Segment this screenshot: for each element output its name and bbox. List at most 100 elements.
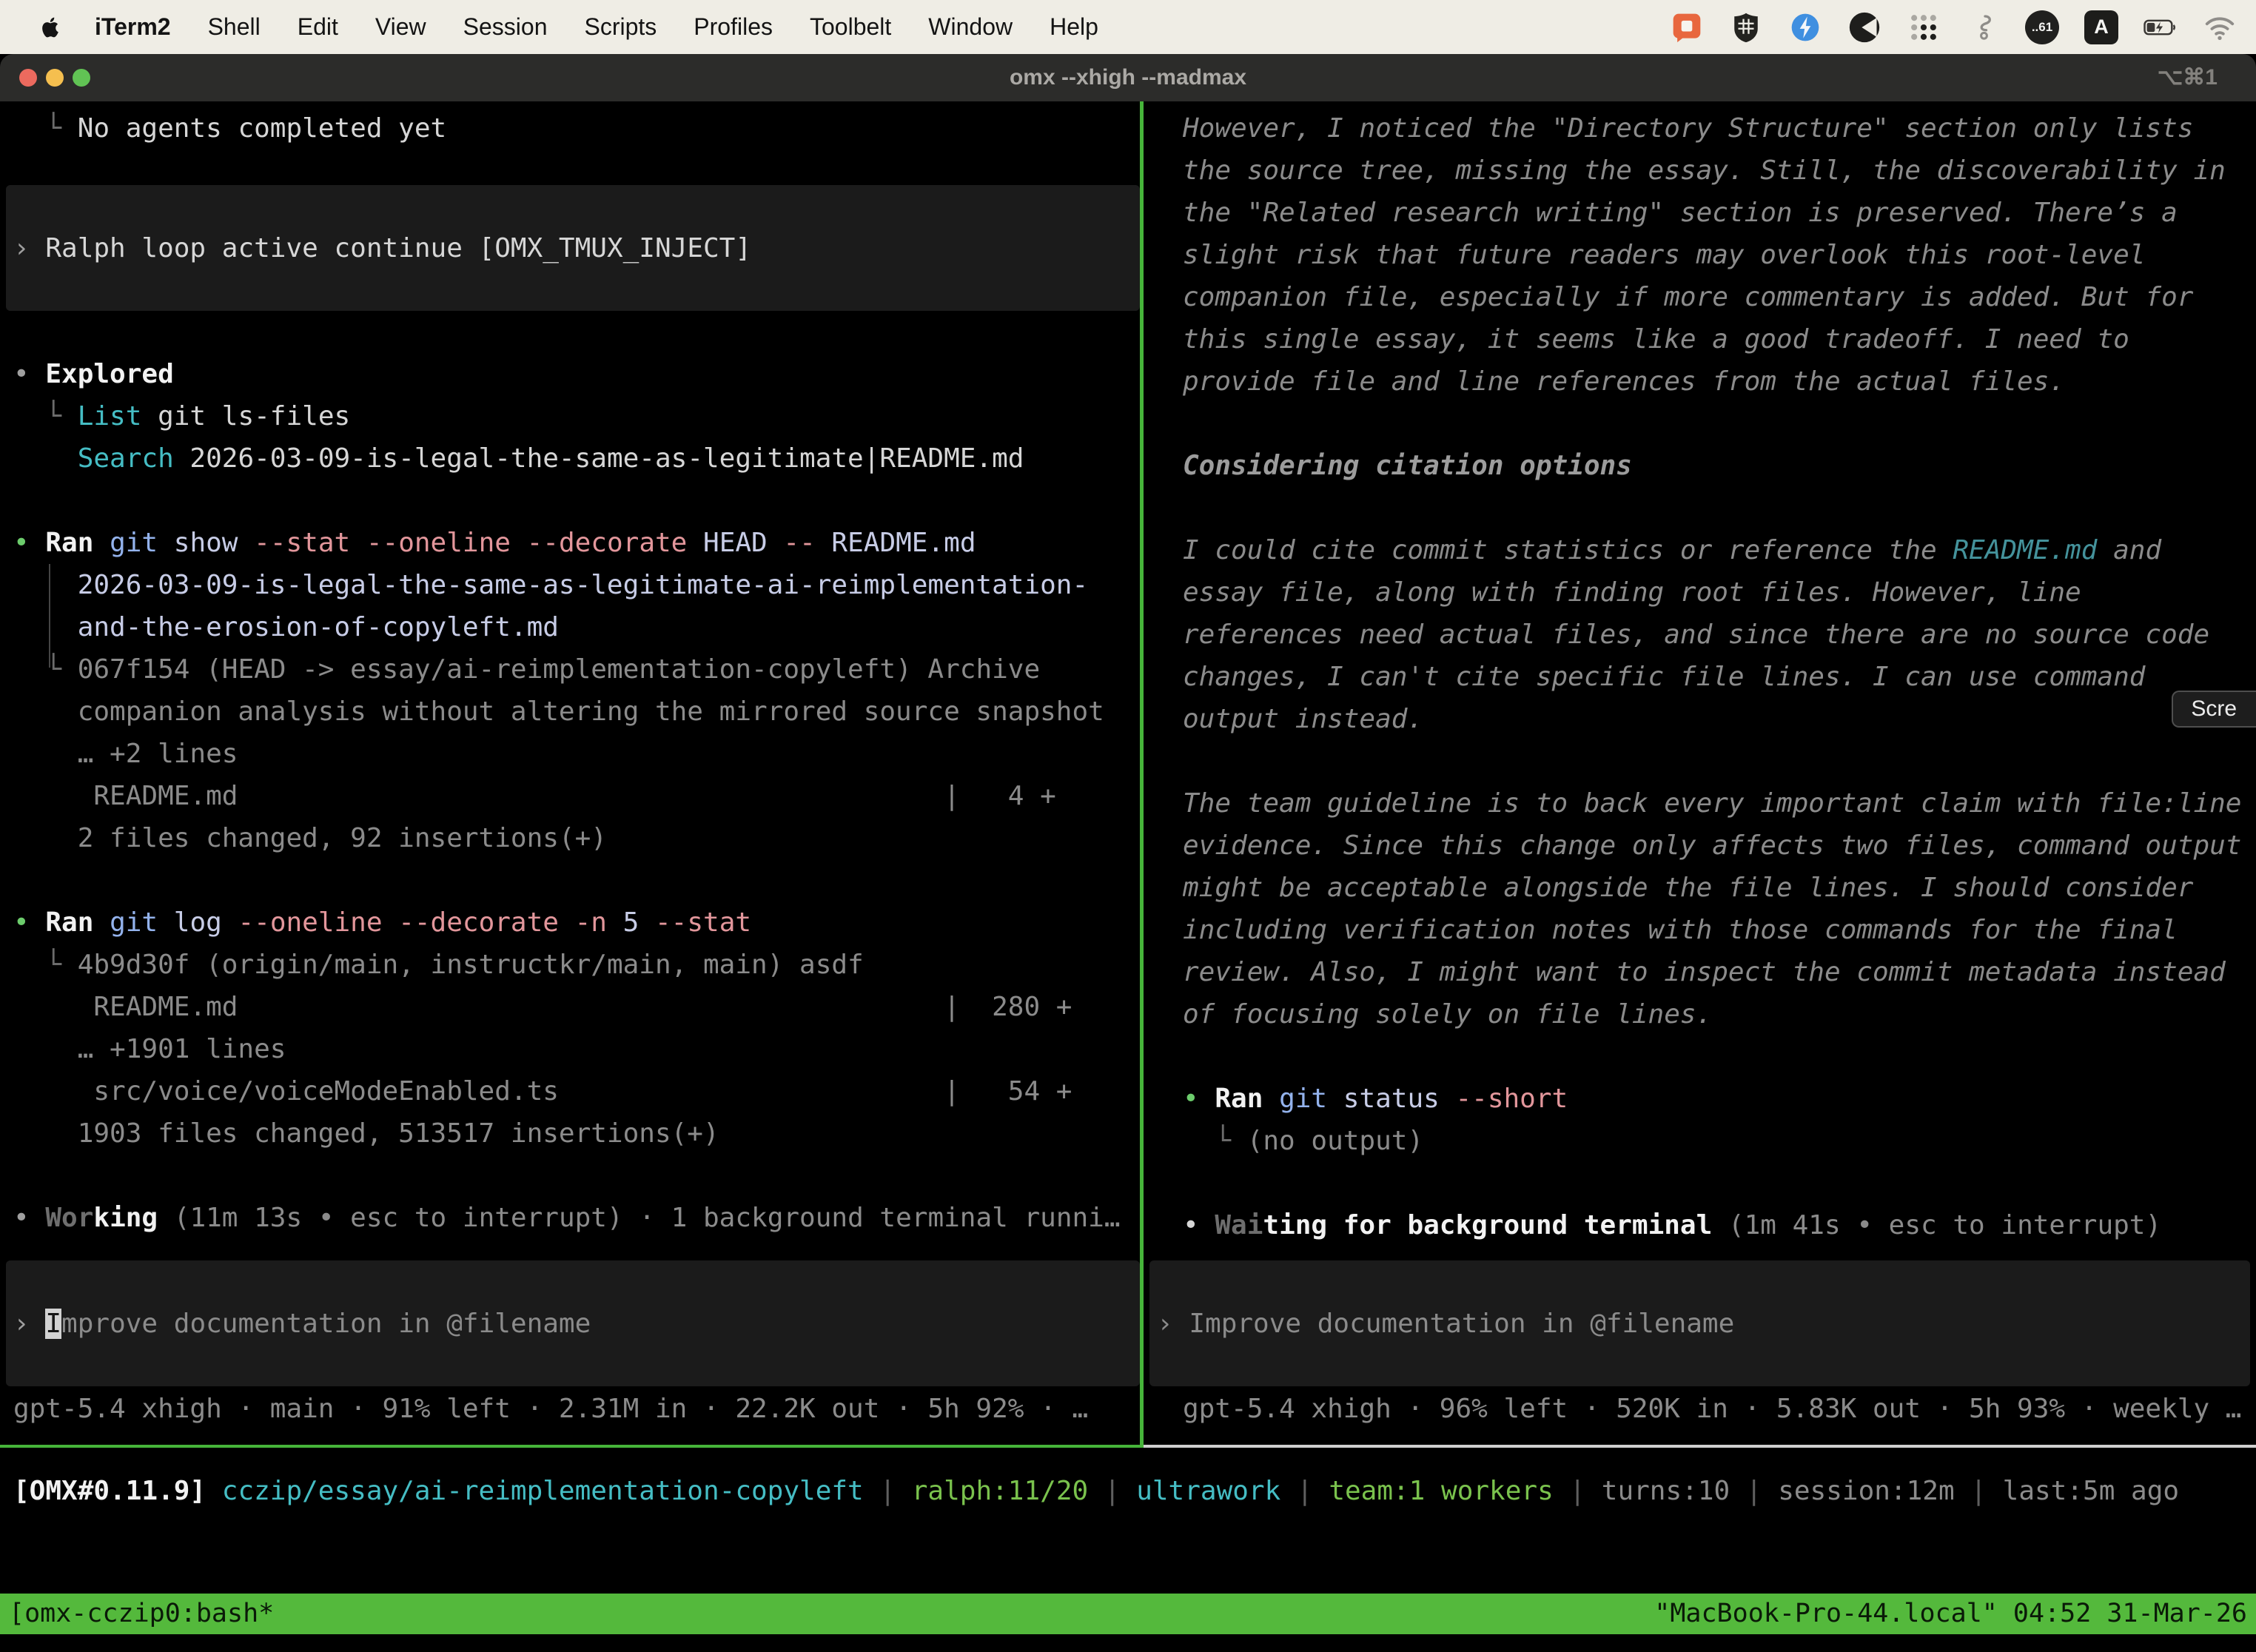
screen-sharing-overlay[interactable]: Scre [2172,691,2256,728]
terminal-line [13,859,1140,901]
prompt-input-left-text: › Improve documentation in @filename [13,1303,591,1345]
terminal-line: companion file, especially if more comme… [1183,276,2256,318]
menu-item-window[interactable]: Window [928,13,1013,41]
bottom-strip [0,1634,2256,1652]
terminal-line: • Explored [13,353,1140,395]
terminal-line [1183,487,2256,529]
terminal-line [1183,1162,2256,1204]
terminal-line: essay file, along with finding root file… [1183,571,2256,614]
terminal-line: companion analysis without altering the … [13,691,1140,733]
omx-status-footer: [OMX#0.11.9] cczip/essay/ai-reimplementa… [0,1448,2256,1594]
tmux-window-label[interactable]: [omx-cczip0:bash* [9,1594,274,1634]
terminal-line: └ 067f154 (HEAD -> essay/ai-reimplementa… [13,648,1140,691]
terminal-line [13,311,1140,353]
terminal-line: • Ran git show --stat --oneline --decora… [13,522,1140,564]
terminal-line: … +2 lines [13,733,1140,775]
terminal-line: The team guideline is to back every impo… [1183,782,2256,825]
prompt-input-left[interactable]: › Improve documentation in @filename [6,1260,1140,1386]
ralph-loop-line: › Ralph loop active continue [OMX_TMUX_I… [13,227,751,269]
terminal-line [1183,740,2256,782]
right-command-lines: • Ran git status --short └ (no output) • … [1144,1078,2256,1246]
menu-items: iTerm2 Shell Edit View Session Scripts P… [95,13,1098,41]
terminal-line: • Waiting for background terminal (1m 41… [1183,1204,2256,1246]
tree-guide-line [49,564,50,668]
counter-badge-icon[interactable]: ..61 [2025,10,2059,44]
verified-badge-icon[interactable] [1788,10,1822,44]
terminal-line: • Ran git status --short [1183,1078,2256,1120]
wifi-icon[interactable] [2203,10,2237,44]
terminal-line: slight risk that future readers may over… [1183,234,2256,276]
menu-item-profiles[interactable]: Profiles [694,13,773,41]
dots-grid-icon[interactable] [1907,10,1941,44]
terminal-line [1183,403,2256,445]
menu-item-edit[interactable]: Edit [298,13,338,41]
terminal-line: I could cite commit statistics or refere… [1183,529,2256,571]
left-output-lines: • Explored └ List git ls-files Search 20… [0,311,1140,1239]
tmux-host-clock: "MacBook-Pro-44.local" 04:52 31-Mar-26 [1654,1594,2247,1634]
battery-icon[interactable] [2143,10,2178,44]
left-session-status: gpt-5.4 xhigh · main · 91% left · 2.31M … [0,1388,1140,1430]
terminal-line: changes, I can't cite specific file line… [1183,656,2256,698]
menu-item-help[interactable]: Help [1050,13,1098,41]
terminal-line: including verification notes with those … [1183,909,2256,951]
terminal-line: └ No agents completed yet [13,107,1140,150]
tmux-status-bar: [omx-cczip0:bash* "MacBook-Pro-44.local"… [0,1594,2256,1634]
minimize-window-button[interactable] [46,69,64,87]
omx-status-line: [OMX#0.11.9] cczip/essay/ai-reimplementa… [13,1470,2256,1512]
terminal-line: Considering citation options [1183,445,2256,487]
window-title-bar: omx --xhigh --madmax ⌥⌘1 [0,54,2256,101]
menu-item-iterm2[interactable]: iTerm2 [95,13,171,41]
terminal-line [1183,1035,2256,1078]
chat-app-icon[interactable] [1670,10,1704,44]
hook-icon[interactable] [1966,10,2000,44]
terminal-line: this single essay, it seems like a good … [1183,318,2256,360]
terminal-line: might be acceptable alongside the file l… [1183,867,2256,909]
terminal-line: • Ran git log --oneline --decorate -n 5 … [13,901,1140,944]
traffic-lights [19,69,90,87]
macos-menu-bar: iTerm2 Shell Edit View Session Scripts P… [0,0,2256,54]
terminal-line: 1903 files changed, 513517 insertions(+) [13,1112,1140,1155]
terminal-line: • Working (11m 13s • esc to interrupt) ·… [13,1197,1140,1239]
window-title: omx --xhigh --madmax [0,54,2256,101]
left-top-lines: └ No agents completed yet [0,107,1140,150]
terminal-line [13,480,1140,522]
terminal-content: └ No agents completed yet › Ralph loop a… [0,101,2256,1448]
tab-shortcut-label: ⌥⌘1 [2158,54,2218,101]
terminal-line: README.md | 280 + [13,986,1140,1028]
right-session-status: gpt-5.4 xhigh · 96% left · 520K in · 5.8… [1144,1388,2256,1430]
right-reasoning-text: However, I noticed the "Directory Struct… [1144,107,2256,1078]
terminal-line: Search 2026-03-09-is-legal-the-same-as-l… [13,437,1140,480]
close-window-button[interactable] [19,69,37,87]
terminal-line: evidence. Since this change only affects… [1183,825,2256,867]
terminal-line: └ 4b9d30f (origin/main, instructkr/main,… [13,944,1140,986]
terminal-line: 2026-03-09-is-legal-the-same-as-legitima… [13,564,1140,606]
prompt-input-right-text: › Improve documentation in @filename [1157,1303,1734,1345]
terminal-line: However, I noticed the "Directory Struct… [1183,107,2256,150]
apple-menu-icon[interactable] [38,13,62,41]
terminal-line: └ (no output) [1183,1120,2256,1162]
terminal-line: references need actual files, and since … [1183,614,2256,656]
record-app-icon[interactable] [1847,10,1881,44]
terminal-line: … +1901 lines [13,1028,1140,1070]
terminal-line: └ List git ls-files [13,395,1140,437]
prompt-input-right[interactable]: › Improve documentation in @filename [1149,1260,2250,1386]
terminal-line: provide file and line references from th… [1183,360,2256,403]
terminal-line [13,1155,1140,1197]
right-terminal-pane: However, I noticed the "Directory Struct… [1144,101,2256,1448]
menu-item-toolbelt[interactable]: Toolbelt [810,13,891,41]
terminal-line: the source tree, missing the essay. Stil… [1183,150,2256,192]
menu-item-view[interactable]: View [375,13,426,41]
a-key-icon[interactable]: A [2084,10,2118,44]
menu-item-shell[interactable]: Shell [208,13,261,41]
left-terminal-pane: └ No agents completed yet › Ralph loop a… [0,101,1140,1448]
terminal-line: 2 files changed, 92 insertions(+) [13,817,1140,859]
terminal-line: review. Also, I might want to inspect th… [1183,951,2256,993]
shield-grid-icon[interactable] [1729,10,1763,44]
menu-item-scripts[interactable]: Scripts [584,13,657,41]
menu-item-session[interactable]: Session [463,13,548,41]
terminal-line: README.md | 4 + [13,775,1140,817]
menu-status-icons: ..61 A [1670,10,2256,44]
terminal-line: and-the-erosion-of-copyleft.md [13,606,1140,648]
zoom-window-button[interactable] [73,69,90,87]
terminal-line: src/voice/voiceModeEnabled.ts | 54 + [13,1070,1140,1112]
